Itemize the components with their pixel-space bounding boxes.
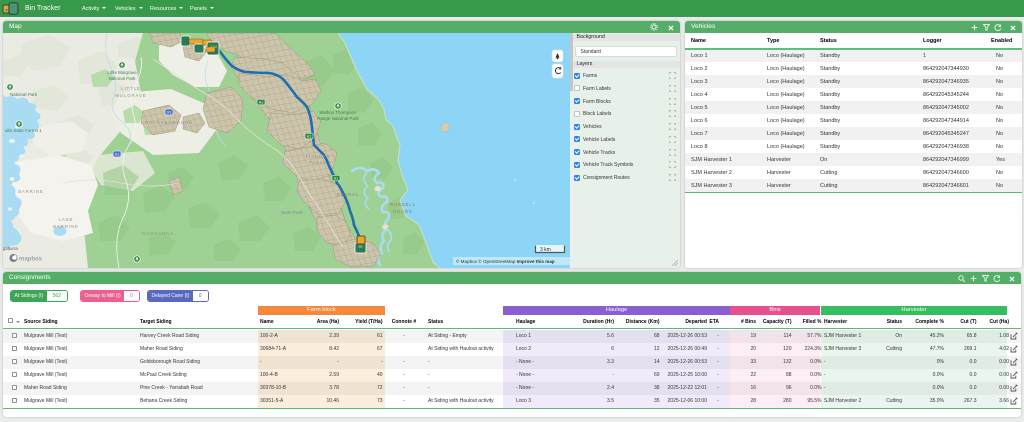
- svg-text:91: 91: [167, 110, 172, 115]
- svg-text:RUSSELL: RUSSELL: [390, 202, 416, 207]
- svg-text:Range National Park: Range National Park: [317, 116, 359, 121]
- svg-text:A1: A1: [259, 100, 263, 104]
- svg-text:BARRINE: BARRINE: [53, 224, 79, 229]
- svg-text:North Peak: North Peak: [281, 210, 303, 215]
- svg-text:FISHERY: FISHERY: [305, 154, 330, 159]
- svg-text:mapbox: mapbox: [19, 257, 43, 263]
- svg-text:LITTLE: LITTLE: [121, 86, 141, 91]
- svg-text:Malbon Thompson: Malbon Thompson: [319, 110, 357, 115]
- svg-text:National Park: National Park: [10, 92, 38, 97]
- svg-text:ulla State Forest 1: ulla State Forest 1: [5, 128, 42, 133]
- svg-text:HEADS: HEADS: [393, 209, 412, 214]
- svg-text:© Mapbox © OpenStreetMap Impro: © Mapbox © OpenStreetMap Improve this ma…: [456, 258, 555, 264]
- svg-text:91: 91: [115, 152, 120, 157]
- svg-text:SJM: SJM: [210, 45, 217, 49]
- svg-text:National Park: National Park: [108, 76, 136, 81]
- svg-text:A1: A1: [307, 134, 311, 138]
- svg-text:3 km: 3 km: [540, 247, 551, 253]
- svg-text:GOLDSBOROUGH: GOLDSBOROUGH: [145, 120, 193, 125]
- svg-text:MULGRAVE: MULGRAVE: [115, 93, 146, 98]
- svg-text:Little Mulgrave: Little Mulgrave: [107, 70, 137, 75]
- svg-text:LAKE: LAKE: [59, 217, 74, 222]
- svg-text:DEERAL: DEERAL: [337, 192, 360, 197]
- svg-text:GADGARRA: GADGARRA: [142, 231, 174, 236]
- svg-text:gaburra: gaburra: [3, 246, 18, 251]
- svg-text:BARRINE: BARRINE: [18, 189, 44, 194]
- svg-text:A1: A1: [334, 176, 338, 180]
- svg-text:FALLS: FALLS: [309, 160, 327, 165]
